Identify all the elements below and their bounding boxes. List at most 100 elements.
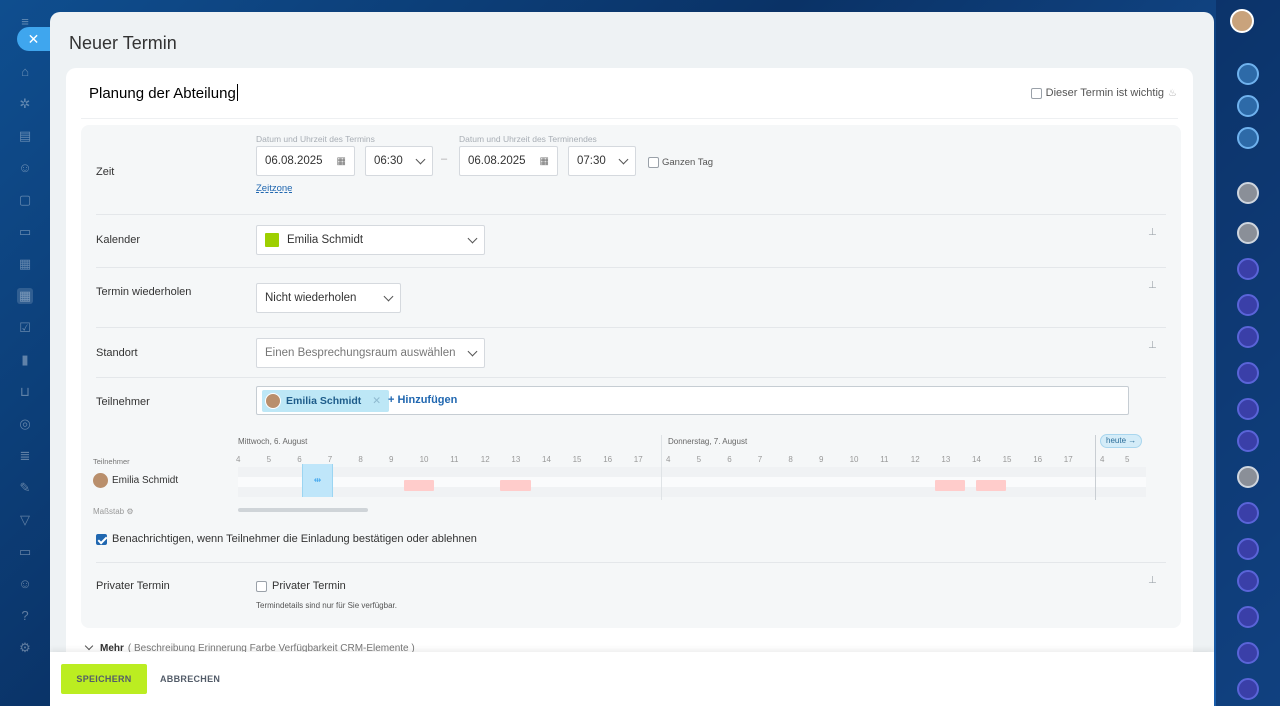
- chat-icon[interactable]: [1237, 398, 1259, 420]
- board-icon[interactable]: ▦: [17, 256, 33, 272]
- filter-icon[interactable]: ▽: [17, 512, 33, 528]
- availability-planner: Teilnehmer Emilia Schmidt Mittwoch, 6. A…: [91, 430, 1156, 520]
- chart-icon[interactable]: ▮: [17, 352, 33, 368]
- remove-icon[interactable]: ✕: [372, 395, 381, 407]
- close-slider-button[interactable]: ✕: [17, 27, 50, 51]
- attendee-tag[interactable]: Emilia Schmidt ✕: [262, 390, 390, 412]
- pin-icon[interactable]: ⊥: [1148, 575, 1157, 587]
- today-button[interactable]: heute →: [1100, 434, 1143, 448]
- notify-toggle[interactable]: Benachrichtigen, wenn Teilnehmer die Ein…: [96, 533, 477, 545]
- calendar-select[interactable]: Emilia Schmidt: [256, 225, 485, 255]
- bell-icon[interactable]: [1237, 63, 1259, 85]
- busy-block: [500, 480, 531, 491]
- private-checkbox[interactable]: [256, 580, 267, 592]
- chat-icon[interactable]: [1237, 538, 1259, 560]
- location-select[interactable]: Einen Besprechungsraum auswählen: [256, 338, 485, 368]
- selected-time-slot[interactable]: ⇹: [302, 464, 333, 497]
- cart-icon[interactable]: ⊔: [17, 384, 33, 400]
- start-time-value: 06:30: [374, 155, 403, 167]
- cancel-button[interactable]: ABBRECHEN: [160, 664, 220, 694]
- calendar-value: Emilia Schmidt: [287, 234, 364, 246]
- pin-icon[interactable]: ⊥: [1148, 340, 1157, 352]
- hour-label: 6: [297, 455, 302, 464]
- start-time-select[interactable]: 06:30: [365, 146, 433, 176]
- help-icon[interactable]: ?: [17, 608, 33, 624]
- end-caption: Datum und Uhrzeit des Terminendes: [459, 134, 597, 144]
- chat-icon[interactable]: [1237, 678, 1259, 700]
- sign-icon[interactable]: ✎: [17, 480, 33, 496]
- hour-label: 11: [880, 455, 889, 464]
- contact-avatar[interactable]: [1237, 466, 1259, 488]
- divider: [96, 267, 1166, 268]
- add-attendee-link[interactable]: + Hinzufügen: [388, 394, 457, 406]
- right-sidebar: [1216, 0, 1280, 706]
- pin-icon[interactable]: ⊥: [1148, 227, 1157, 239]
- home-icon[interactable]: ⌂: [17, 64, 33, 80]
- end-time-value: 07:30: [577, 155, 606, 167]
- chat-icon[interactable]: [1237, 326, 1259, 348]
- end-time-select[interactable]: 07:30: [568, 146, 636, 176]
- planner-scrollbar[interactable]: [238, 508, 368, 512]
- hour-label: 15: [1002, 455, 1012, 464]
- hour-label: 13: [511, 455, 521, 464]
- chat-icon[interactable]: [1237, 294, 1259, 316]
- group-avatar[interactable]: [1237, 222, 1259, 244]
- event-name-input[interactable]: Planung der Abteilung: [89, 84, 238, 102]
- pin-icon[interactable]: ⊥: [1148, 280, 1157, 292]
- all-day-label: Ganzen Tag: [662, 157, 714, 168]
- end-date-value: 06.08.2025: [468, 155, 526, 167]
- calendar-label: Kalender: [96, 234, 141, 246]
- divider: [81, 118, 1178, 119]
- page-title: Neuer Termin: [69, 33, 177, 53]
- important-checkbox[interactable]: [1030, 87, 1042, 99]
- private-toggle[interactable]: Privater Termin: [256, 580, 346, 592]
- settings-icon[interactable]: ⚙: [17, 640, 33, 656]
- hour-label: 9: [819, 455, 824, 464]
- event-form: Zeit Datum und Uhrzeit des Termins Datum…: [81, 125, 1181, 628]
- chat-icon[interactable]: [1237, 362, 1259, 384]
- users-icon[interactable]: ☺: [17, 160, 33, 176]
- notify-checkbox[interactable]: [96, 533, 107, 545]
- contact-avatar[interactable]: [1237, 182, 1259, 204]
- copilot-icon[interactable]: [1237, 95, 1259, 117]
- important-toggle[interactable]: Dieser Termin ist wichtig ♨: [1030, 87, 1177, 99]
- repeat-select[interactable]: Nicht wiederholen: [256, 283, 401, 313]
- planner-grid[interactable]: [238, 467, 1146, 497]
- private-checkbox-label: Privater Termin: [272, 580, 346, 592]
- user-avatar[interactable]: [1230, 9, 1254, 33]
- hour-label: 14: [542, 455, 551, 464]
- calendar-icon[interactable]: ▦: [17, 288, 33, 304]
- chat-icon[interactable]: [1237, 502, 1259, 524]
- chat-icon[interactable]: [1237, 642, 1259, 664]
- divider: [96, 562, 1166, 563]
- timezone-link[interactable]: Zeitzone: [256, 183, 292, 194]
- planner-attendees-title: Teilnehmer: [93, 457, 130, 466]
- hour-label: 16: [603, 455, 613, 464]
- team-icon[interactable]: ☺: [17, 576, 33, 592]
- drive-icon[interactable]: ▭: [17, 224, 33, 240]
- search-chat-icon[interactable]: [1237, 127, 1259, 149]
- hour-label: 10: [849, 455, 859, 464]
- all-day-checkbox[interactable]: [648, 157, 659, 168]
- target-icon[interactable]: ◎: [17, 416, 33, 432]
- end-date-input[interactable]: 06.08.2025 ▦: [459, 146, 558, 176]
- all-day-toggle[interactable]: Ganzen Tag: [648, 157, 713, 168]
- attendees-input[interactable]: Emilia Schmidt ✕ + Hinzufügen: [256, 386, 1129, 415]
- hour-label: 7: [757, 455, 763, 464]
- document-icon[interactable]: ▤: [17, 128, 33, 144]
- scale-label[interactable]: Maßstab ⚙: [93, 507, 134, 516]
- save-button[interactable]: SPEICHERN: [61, 664, 147, 694]
- busy-block: [404, 480, 434, 491]
- file-icon[interactable]: ▢: [17, 192, 33, 208]
- database-icon[interactable]: ≣: [17, 448, 33, 464]
- start-date-input[interactable]: 06.08.2025 ▦: [256, 146, 355, 176]
- chat-icon[interactable]: [1237, 606, 1259, 628]
- private-label: Privater Termin: [96, 580, 170, 592]
- card-icon[interactable]: ▭: [17, 544, 33, 560]
- chat-icon[interactable]: [1237, 570, 1259, 592]
- tasks-icon[interactable]: ☑: [17, 320, 33, 336]
- chat-icon[interactable]: [1237, 430, 1259, 452]
- puzzle-icon[interactable]: ✲: [17, 96, 33, 112]
- day-label: Mittwoch, 6. August: [238, 437, 308, 446]
- chat-icon[interactable]: [1237, 258, 1259, 280]
